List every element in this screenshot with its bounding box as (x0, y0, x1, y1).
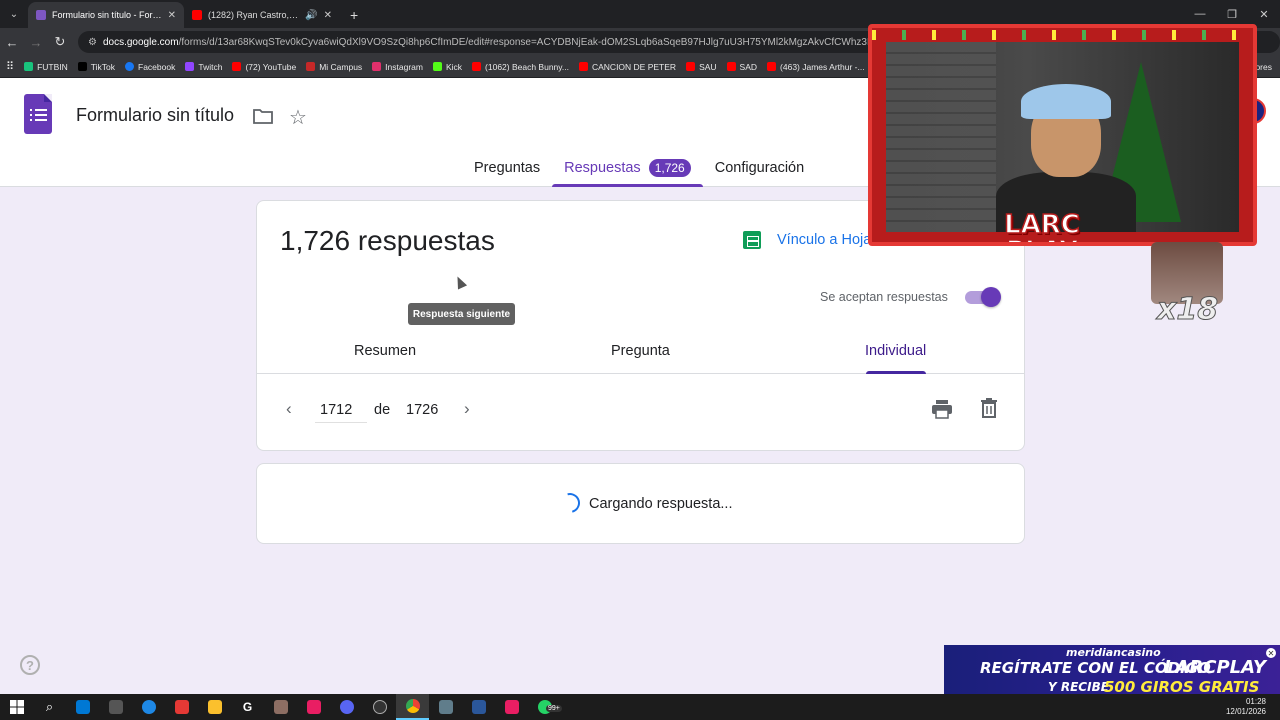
app-g-icon[interactable]: G (231, 694, 264, 720)
chrome-icon[interactable] (396, 694, 429, 720)
store-icon[interactable] (66, 694, 99, 720)
system-clock[interactable]: 01:28 12/01/2026 (1226, 697, 1280, 717)
next-response-tooltip: Respuesta siguiente (408, 303, 515, 325)
back-icon[interactable]: ← (0, 35, 24, 50)
total-responses: 1726 (406, 402, 439, 418)
responses-count: 1,726 respuestas (280, 225, 495, 256)
restore-icon[interactable]: ❐ (1216, 8, 1248, 21)
tab-configuracion[interactable]: Configuración (703, 148, 816, 187)
calculator-icon[interactable] (429, 694, 462, 720)
tab-title: Formulario sin título - Formular (52, 10, 162, 20)
next-response-icon[interactable]: › (464, 399, 470, 419)
accepting-responses-label: Se aceptan respuestas (820, 290, 948, 304)
close-tab-icon[interactable]: ✕ (168, 10, 176, 21)
loading-text: Cargando respuesta... (589, 496, 733, 512)
apps-icon[interactable]: ⠿ (6, 60, 14, 73)
app-pink-icon[interactable] (297, 694, 330, 720)
subtab-resumen[interactable]: Resumen (354, 343, 416, 359)
bookmark-sad[interactable]: SAD (726, 62, 757, 72)
clock-date: 12/01/2026 (1225, 707, 1266, 716)
app-red-icon[interactable] (165, 694, 198, 720)
site-info-icon[interactable]: ⚙ (88, 37, 97, 48)
close-window-icon[interactable]: ✕ (1248, 8, 1280, 21)
larcplay-logo: LARC PLAY (1003, 210, 1080, 242)
url-host: docs.google.com (102, 36, 179, 48)
close-ad-icon[interactable]: ✕ (1266, 648, 1276, 658)
close-tab-icon[interactable]: ✕ (324, 10, 332, 21)
bookmark-tiktok[interactable]: TikTok (77, 62, 115, 72)
meme-caption: x18 (1156, 292, 1219, 328)
windows-taskbar: ⌕ G 99+ 01:28 12/01/2026 (0, 694, 1280, 720)
bookmark-youtube[interactable]: (72) YouTube (232, 62, 296, 72)
search-icon[interactable]: ⌕ (33, 694, 66, 720)
ad-code: LARCPLAY (1164, 657, 1267, 678)
of-label: de (374, 402, 391, 418)
previous-response-icon[interactable]: ‹ (286, 399, 292, 419)
help-icon[interactable]: ? (20, 655, 40, 675)
forward-icon[interactable]: → (24, 35, 48, 50)
windows-start-icon[interactable] (0, 694, 33, 720)
bookmark-instagram[interactable]: Instagram (372, 62, 423, 72)
ad-brand: meridiancasino (1066, 646, 1161, 659)
reload-icon[interactable]: ↻ (48, 34, 72, 50)
file-explorer-icon[interactable] (198, 694, 231, 720)
subtab-pregunta[interactable]: Pregunta (611, 343, 670, 359)
casino-ad-banner[interactable]: meridiancasino REGÍTRATE CON EL CÓDIGO L… (944, 645, 1280, 701)
bookmark-beach-bunny[interactable]: (1062) Beach Bunny... (472, 62, 569, 72)
bookmark-facebook[interactable]: Facebook (125, 62, 175, 72)
new-tab-button[interactable]: + (340, 2, 368, 28)
active-subtab-indicator (866, 371, 926, 374)
form-title[interactable]: Formulario sin título (76, 105, 234, 126)
tab-preguntas[interactable]: Preguntas (462, 148, 552, 187)
discord-icon[interactable] (330, 694, 363, 720)
tab-forms[interactable]: Formulario sin título - Formular ✕ (28, 2, 184, 28)
obs-icon[interactable] (363, 694, 396, 720)
bookmark-mi-campus[interactable]: Mi Campus (306, 62, 362, 72)
tab-respuestas[interactable]: Respuestas 1,726 (552, 148, 703, 187)
response-pager: ‹ 1712 de 1726 › (257, 397, 1024, 427)
minimize-icon[interactable]: — (1184, 8, 1216, 20)
notification-badge: 99+ (546, 705, 562, 712)
bookmark-sau[interactable]: SAU (686, 62, 717, 72)
bookmark-futbin[interactable]: FUTBIN (24, 62, 68, 72)
tab-title: (1282) Ryan Castro, Kapo, G (208, 10, 299, 20)
edge-icon[interactable] (132, 694, 165, 720)
bookmark-more[interactable]: ores (1255, 62, 1272, 72)
sheets-icon (743, 231, 761, 249)
folder-icon[interactable] (253, 108, 273, 124)
word-icon[interactable] (462, 694, 495, 720)
app-icon[interactable] (99, 694, 132, 720)
bookmark-cancion[interactable]: CANCION DE PETER (578, 62, 676, 72)
webcam-overlay: LARC PLAY (868, 24, 1257, 246)
print-icon[interactable] (931, 399, 953, 419)
bookmark-james-arthur[interactable]: (463) James Arthur -... (767, 62, 865, 72)
response-view-tabs: Resumen Pregunta Individual (257, 329, 1024, 374)
response-number-input[interactable]: 1712 (315, 402, 367, 423)
tab-youtube[interactable]: (1282) Ryan Castro, Kapo, G 🔊 ✕ (184, 2, 340, 28)
tab-search-icon[interactable]: ⌄ (0, 0, 28, 28)
main-tabs: Preguntas Respuestas 1,726 Configuración (462, 148, 816, 187)
clock-time: 01:28 (1245, 697, 1266, 706)
star-icon[interactable]: ☆ (289, 105, 307, 130)
christmas-lights-icon (872, 30, 1253, 40)
bookmark-twitch[interactable]: Twitch (185, 62, 222, 72)
app-pink2-icon[interactable] (495, 694, 528, 720)
youtube-favicon-icon (192, 10, 202, 20)
subtab-individual[interactable]: Individual (865, 343, 926, 359)
meme-overlay: x18 (1149, 242, 1225, 332)
forms-favicon-icon (36, 10, 46, 20)
loading-spinner-icon (556, 489, 584, 517)
responses-count-badge: 1,726 (648, 159, 691, 177)
url-path: /forms/d/13ar68KwqSTev0kCyva6wiQdXl9VO9S… (178, 36, 944, 48)
bookmark-kick[interactable]: Kick (432, 62, 462, 72)
whatsapp-icon[interactable]: 99+ (528, 694, 562, 720)
ad-subline: Y RECIBE (1048, 680, 1109, 694)
loading-card: Cargando respuesta... (256, 463, 1025, 544)
forms-logo-icon[interactable] (24, 94, 52, 134)
app-feather-icon[interactable] (264, 694, 297, 720)
accepting-responses-toggle[interactable] (963, 287, 1001, 307)
audio-icon[interactable]: 🔊 (305, 10, 317, 21)
delete-icon[interactable] (980, 398, 998, 418)
